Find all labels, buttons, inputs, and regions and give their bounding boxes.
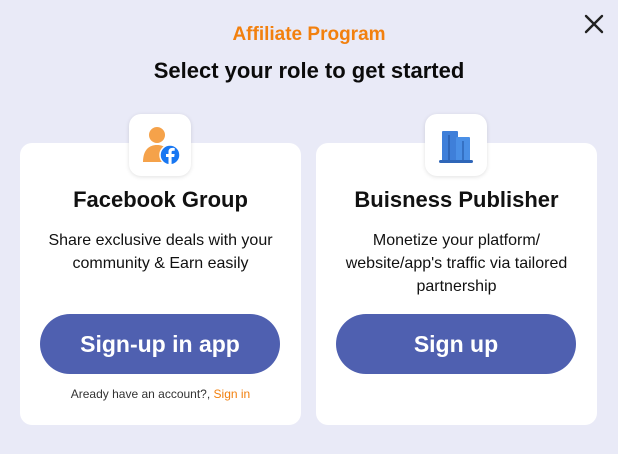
business-publisher-card: Buisness Publisher Monetize your platfor… [316,143,597,425]
program-label: Affiliate Program [232,24,386,45]
signin-prompt: Aready have an account?, [70,387,211,401]
sign-up-button[interactable]: Sign up [336,314,576,374]
page-title: Select your role to get started [153,58,465,83]
business-icon-tile [425,114,487,176]
facebook-group-icon [143,127,181,166]
sign-up-in-app-button[interactable]: Sign-up in app [40,314,280,374]
card-description: Monetize your platform/ website/app's tr… [345,232,568,295]
card-title: Buisness Publisher [354,187,559,212]
signin-row: Aready have an account?, Sign in [20,387,301,401]
facebook-group-card: Facebook Group Share exclusive deals wit… [20,143,301,425]
sign-in-link[interactable]: Sign in [214,387,251,401]
card-description: Share exclusive deals with your communit… [48,232,273,272]
facebook-group-icon-tile [129,114,191,176]
card-title: Facebook Group [73,187,248,212]
building-icon [439,131,473,163]
